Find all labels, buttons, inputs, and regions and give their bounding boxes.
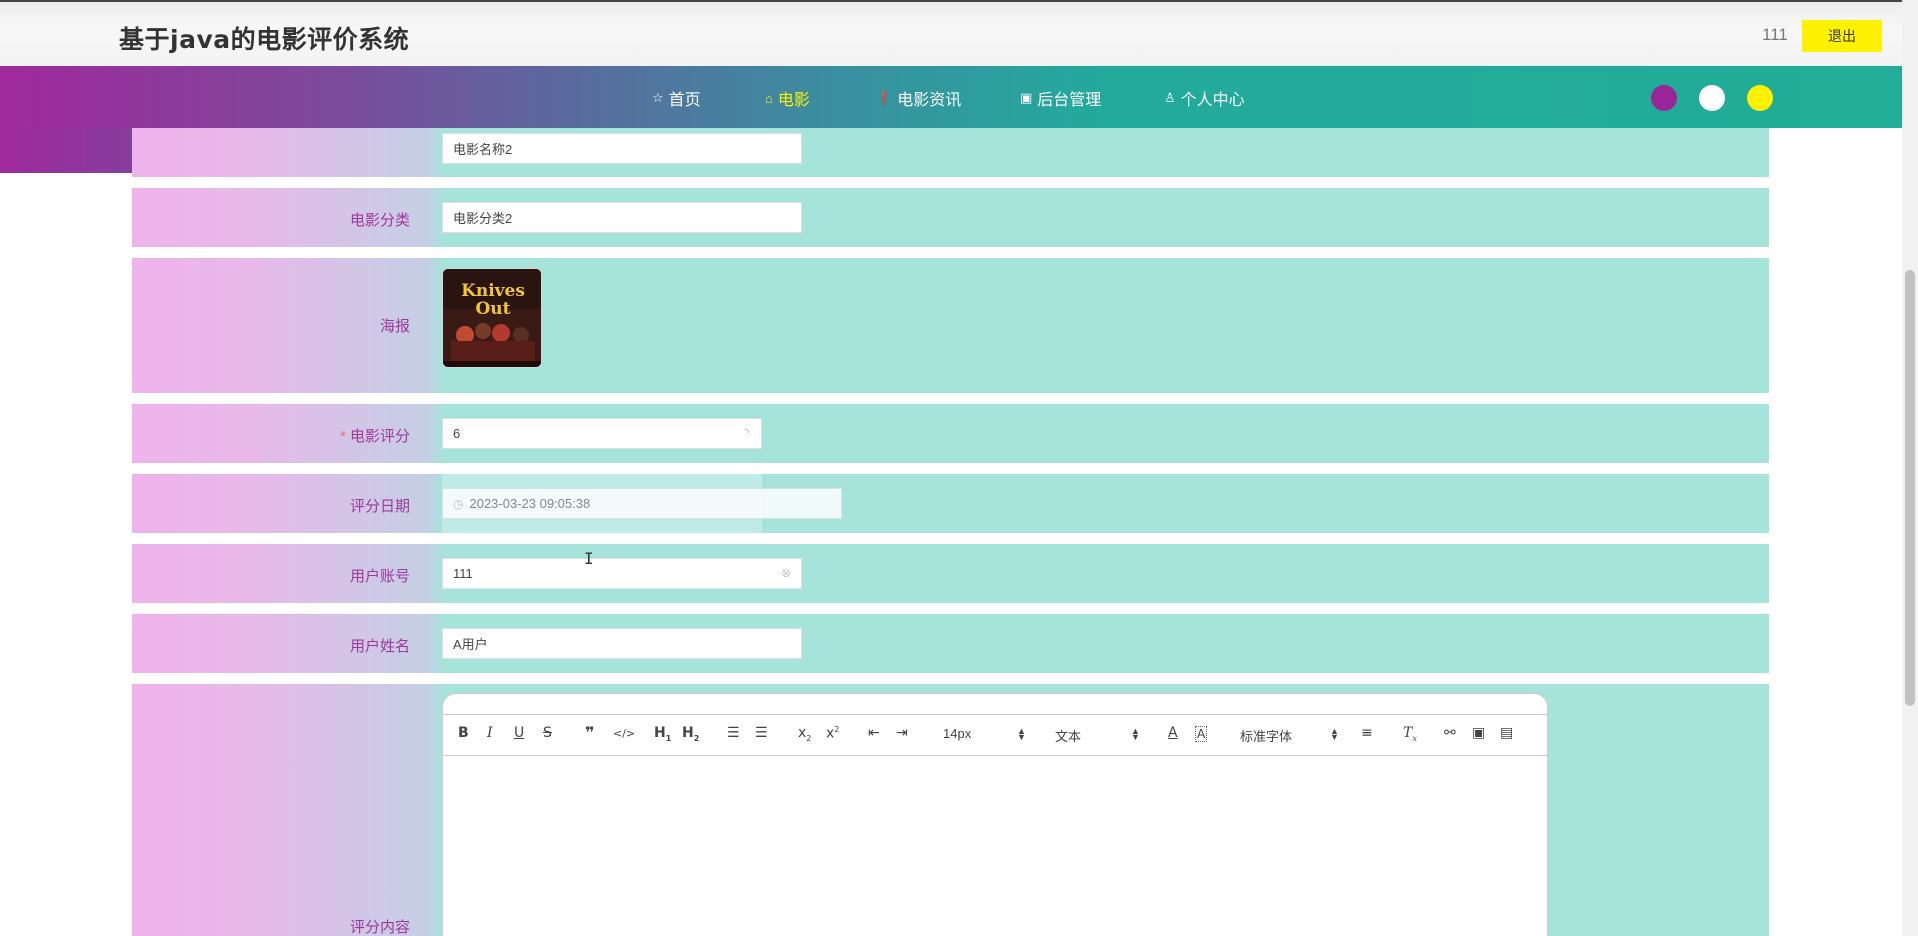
nav-item-movies[interactable]: ⌂ 电影 [765, 86, 810, 110]
indent-icon[interactable]: ⇥ [896, 725, 908, 741]
star-icon: ☆ [652, 90, 664, 105]
form-row-rating-date: 评分日期 [132, 474, 1769, 533]
font-size-value: 14px [943, 726, 972, 741]
font-family-value: 标准字体 [1240, 729, 1293, 744]
clear-icon[interactable]: ⊗ [781, 566, 791, 580]
nav-item-profile[interactable]: ♙ 个人中心 [1164, 86, 1245, 110]
rating-date-value: 2023-03-23 09:05:38 [469, 496, 591, 511]
nav-item-label: 首页 [668, 92, 701, 109]
movie-category-label: 电影分类 [349, 212, 410, 229]
current-user-name: 111 [1762, 25, 1788, 44]
bag-icon: ⌂ [765, 90, 773, 106]
select-arrows-icon: ▲ ▼ [1131, 726, 1140, 742]
header-2-icon[interactable]: H2 [682, 725, 699, 743]
page: 基于java的电影评价系统 111 退出 ☆ 首页 ⌂ 电影 ❗ 电影资讯 ▣ … [0, 0, 1918, 936]
rating-input[interactable]: 6 ◝ [442, 418, 762, 449]
clock-icon: ◷ [453, 496, 464, 511]
theme-yellow-dot[interactable] [1747, 85, 1773, 111]
header-1-icon[interactable]: H1 [654, 725, 671, 743]
form-row-user-account: 用户账号 [132, 544, 1769, 603]
nav-item-home[interactable]: ☆ 首页 [652, 86, 701, 110]
theme-purple-dot[interactable] [1651, 85, 1677, 111]
font-color-icon[interactable]: A [1168, 725, 1178, 741]
page-scrollbar[interactable] [1902, 0, 1918, 936]
rating-label-text: 电影评分 [349, 428, 410, 445]
movie-category-input[interactable]: 电影分类2 [442, 202, 802, 233]
form-row-rating: * 电影评分 [132, 404, 1769, 463]
background-color-icon[interactable]: A [1195, 726, 1208, 742]
user-account-input[interactable]: 111 ⊗ [442, 558, 802, 589]
blockquote-icon[interactable]: ❞ [585, 723, 594, 742]
nav-item-label: 电影资讯 [897, 92, 962, 109]
rating-date-input[interactable]: ◷ 2023-03-23 09:05:38 [442, 488, 842, 519]
spinner-icon: ◝ [744, 427, 749, 439]
form-row-user-name: 用户姓名 [132, 614, 1769, 673]
movie-name-input[interactable]: 电影名称2 [442, 133, 802, 164]
editor-toolbar: B I U S ❞ </> H1 H2 ☰ ☰ x2 x2 ⇤ ⇥ 14px ▲… [443, 714, 1547, 756]
link-icon[interactable]: ⚯ [1444, 725, 1456, 741]
nav-item-movie-news[interactable]: ❗ 电影资讯 [876, 86, 961, 110]
poster-picture: Knives Out [443, 269, 541, 367]
required-star: * [340, 428, 346, 445]
image-icon[interactable]: ▣ [1472, 725, 1485, 741]
bold-icon[interactable]: B [458, 725, 469, 741]
underline-icon[interactable]: U [514, 725, 524, 741]
rich-text-editor[interactable]: B I U S ❞ </> H1 H2 ☰ ☰ x2 x2 ⇤ ⇥ 14px ▲… [442, 693, 1548, 936]
theme-white-dot[interactable] [1699, 85, 1725, 111]
user-name-label: 用户姓名 [349, 638, 410, 655]
nav-item-label: 个人中心 [1180, 92, 1245, 109]
video-icon[interactable]: ▤ [1500, 725, 1513, 741]
svg-text:Out: Out [475, 299, 510, 319]
select-arrows-icon: ▲ ▼ [1017, 726, 1026, 742]
logout-button[interactable]: 退出 [1802, 20, 1882, 52]
nav-item-label: 后台管理 [1037, 92, 1102, 109]
strike-icon[interactable]: S [543, 725, 552, 741]
user-icon: ♙ [1164, 90, 1176, 105]
nav-item-admin[interactable]: ▣ 后台管理 [1020, 86, 1101, 110]
block-type-select[interactable]: 文本 ▲ ▼ [1055, 726, 1140, 745]
form-row-poster: 海报 [132, 258, 1769, 393]
bullet-list-icon[interactable]: ☰ [755, 725, 768, 741]
block-type-value: 文本 [1055, 729, 1082, 744]
align-icon[interactable]: ≡ [1361, 725, 1373, 741]
rating-label: * 电影评分 [340, 425, 410, 446]
user-account-label: 用户账号 [349, 568, 410, 585]
clean-format-icon[interactable]: Tx [1403, 725, 1417, 743]
text-cursor-icon: I [584, 549, 594, 568]
italic-icon[interactable]: I [487, 725, 493, 741]
subscript-icon[interactable]: x2 [798, 725, 811, 743]
briefcase-icon: ▣ [1020, 90, 1033, 105]
font-size-select[interactable]: 14px ▲ ▼ [943, 726, 1026, 742]
rating-value: 6 [453, 426, 461, 441]
scrollbar-thumb[interactable] [1905, 270, 1915, 706]
outdent-icon[interactable]: ⇤ [868, 725, 880, 741]
user-account-value: 111 [453, 566, 473, 581]
svg-text:Knives: Knives [461, 281, 525, 301]
form-row-movie-name [132, 128, 1769, 177]
rating-date-label: 评分日期 [349, 498, 410, 515]
poster-image[interactable]: Knives Out [442, 268, 542, 368]
nav-item-label: 电影 [777, 92, 810, 109]
select-arrows-icon: ▲ ▼ [1330, 726, 1339, 742]
superscript-icon[interactable]: x2 [826, 725, 839, 742]
user-name-input[interactable]: A用户 [442, 628, 802, 659]
poster-label: 海报 [379, 318, 410, 335]
font-family-select[interactable]: 标准字体 ▲ ▼ [1240, 726, 1339, 745]
site-title: 基于java的电影评价系统 [119, 25, 410, 54]
top-header: 基于java的电影评价系统 111 退出 [0, 0, 1902, 66]
form-row-movie-category: 电影分类 [132, 188, 1769, 247]
review-content-label: 评分内容 [349, 919, 410, 936]
info-icon: ❗ [876, 90, 893, 105]
ordered-list-icon[interactable]: ☰ [727, 725, 740, 741]
code-block-icon[interactable]: </> [613, 727, 635, 740]
